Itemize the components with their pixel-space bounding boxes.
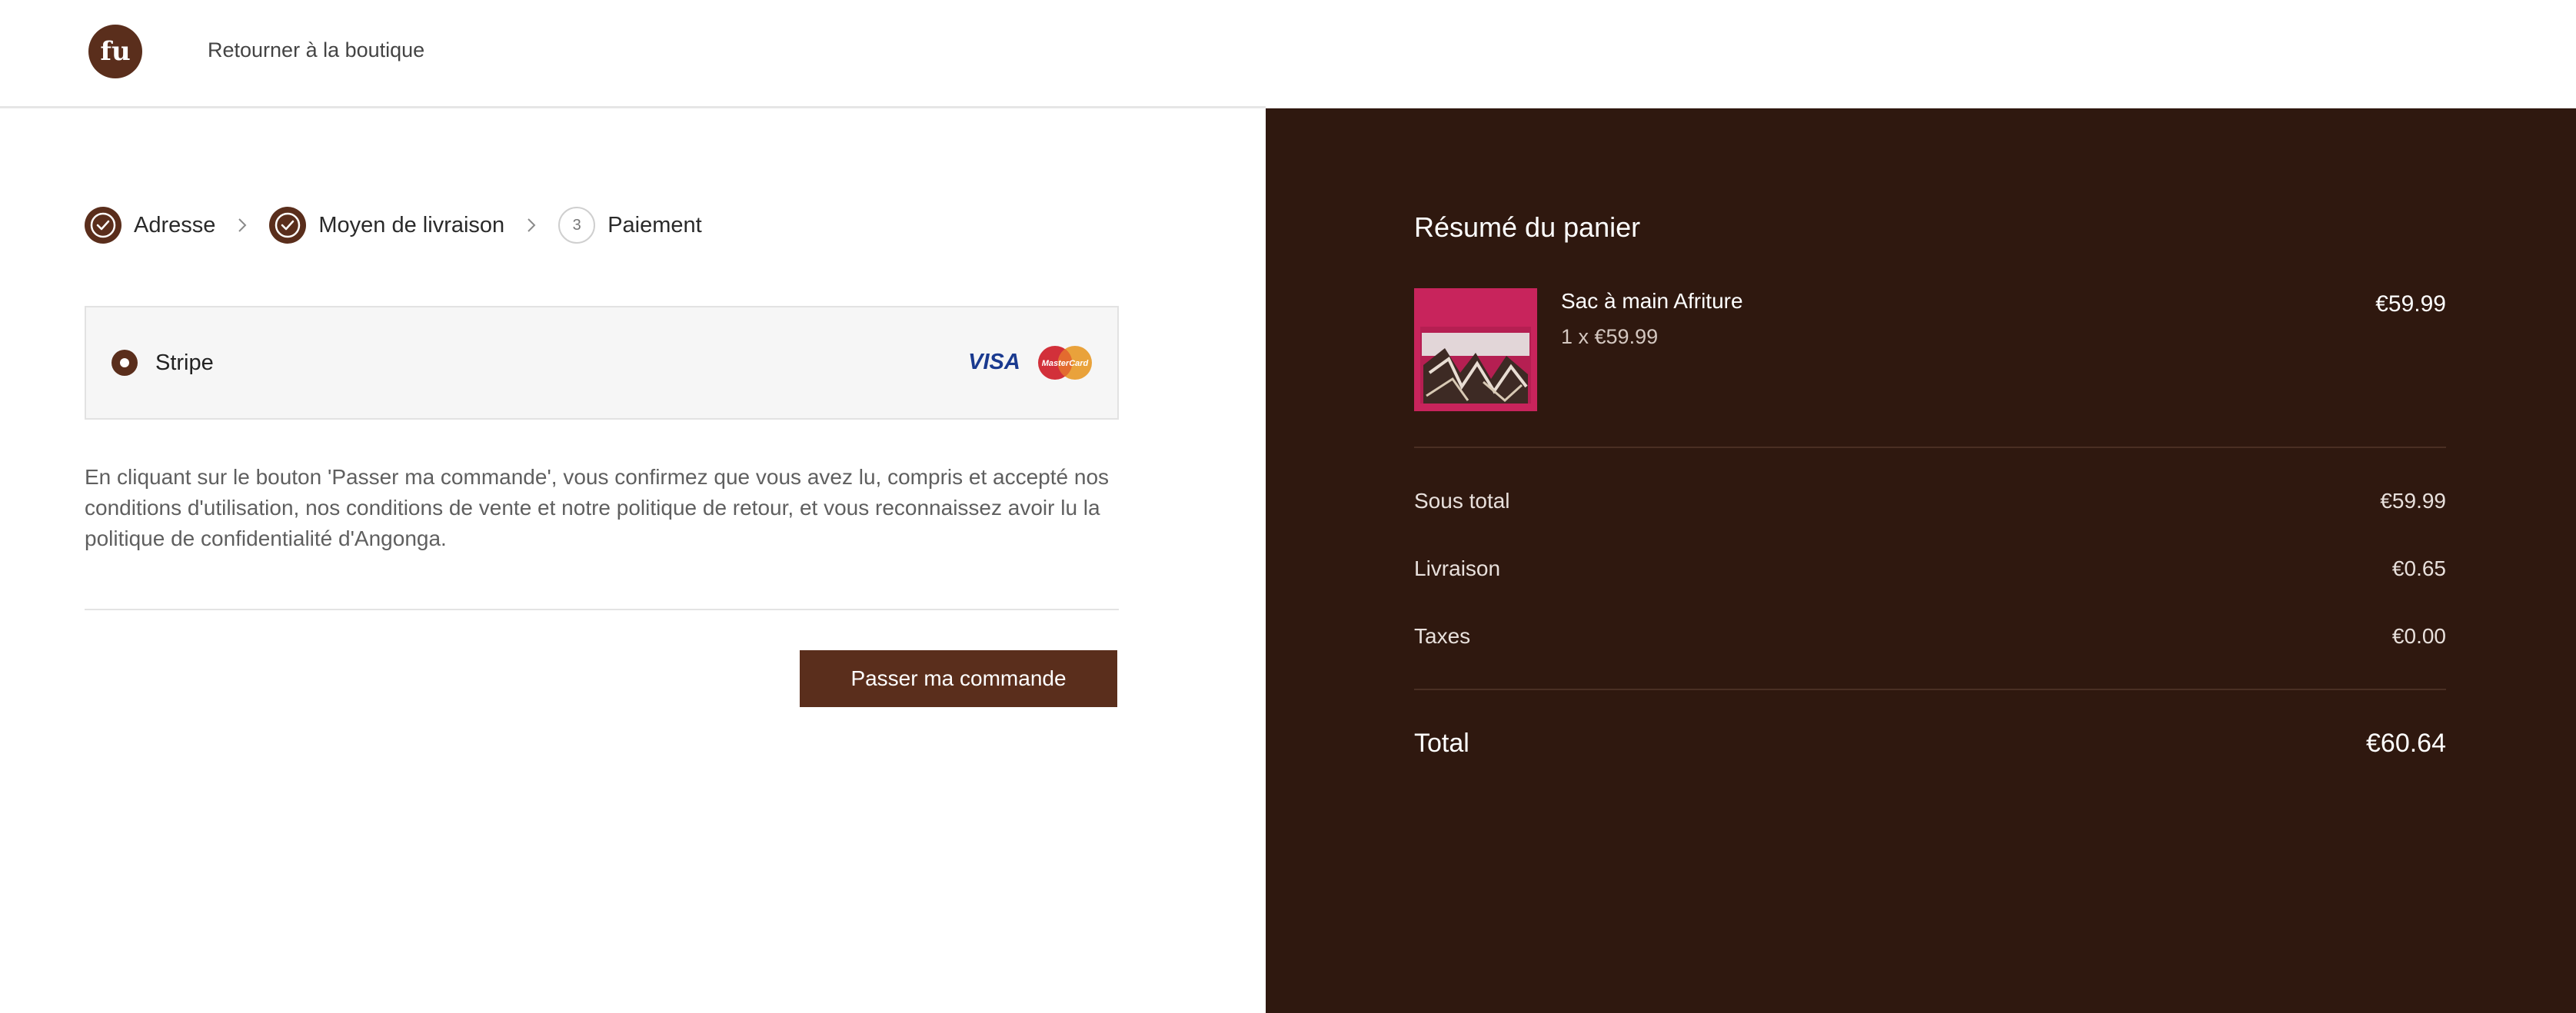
check-circle-icon (85, 207, 121, 244)
step-address[interactable]: Adresse (85, 205, 215, 245)
mastercard-text: MasterCard (1042, 359, 1089, 368)
visa-text: VISA (968, 350, 1020, 374)
checkout-steps: Adresse Moyen de livraison 3 Paiement (85, 205, 702, 245)
shipping-value: €0.65 (2391, 556, 2446, 580)
shipping-label: Livraison (1414, 556, 1501, 580)
payment-option-stripe[interactable]: Stripe VISA MasterCard (85, 306, 1119, 420)
product-quantity: 1 x €59.99 (1561, 325, 1659, 348)
product-thumbnail (1414, 288, 1537, 411)
checkout-main: Adresse Moyen de livraison 3 Paiement St… (0, 108, 1266, 1013)
chevron-right-icon (215, 205, 269, 245)
subtotal-label: Sous total (1414, 489, 1510, 513)
total-label: Total (1414, 729, 1469, 758)
divider (1414, 447, 2446, 448)
place-order-button[interactable]: Passer ma commande (800, 650, 1117, 707)
chevron-right-icon (504, 205, 558, 245)
step-label: Moyen de livraison (318, 212, 505, 237)
tax-value: €0.00 (2391, 624, 2446, 648)
shipping-row: Livraison €0.65 (1414, 556, 2446, 581)
visa-icon: VISA (968, 350, 1020, 374)
step-shipping[interactable]: Moyen de livraison (269, 205, 504, 245)
tax-row: Taxes €0.00 (1414, 624, 2446, 649)
payment-radio[interactable] (111, 350, 138, 376)
check-circle-icon (269, 207, 307, 244)
step-label: Paiement (607, 212, 702, 237)
divider (85, 609, 1119, 610)
divider (1414, 689, 2446, 690)
logo-text: fu (100, 36, 130, 67)
step-label: Adresse (134, 212, 216, 237)
tax-label: Taxes (1414, 624, 1471, 648)
summary-title: Résumé du panier (1414, 211, 1641, 243)
legal-notice: En cliquant sur le bouton 'Passer ma com… (85, 465, 1110, 550)
logo[interactable]: fu (88, 25, 142, 78)
step-number: 3 (558, 207, 596, 244)
back-to-shop-link[interactable]: Retourner à la boutique (208, 38, 424, 62)
product-name: Sac à main Afriture (1561, 289, 1743, 313)
header: fu Retourner à la boutique (0, 0, 1266, 108)
radio-selected-dot (120, 358, 129, 367)
handbag-image-icon (1414, 288, 1537, 411)
subtotal-value: €59.99 (2380, 489, 2446, 513)
product-price: €59.99 (2375, 291, 2446, 317)
payment-method-label: Stripe (155, 350, 214, 375)
total-value: €60.64 (2366, 729, 2446, 758)
mastercard-icon: MasterCard (1038, 346, 1092, 380)
cart-summary: Résumé du panier Sac à main Afriture 1 x… (1266, 108, 2576, 1013)
logo-icon: fu (100, 36, 130, 67)
step-payment: 3 Paiement (558, 205, 702, 245)
subtotal-row: Sous total €59.99 (1414, 489, 2446, 513)
total-row: Total €60.64 (1414, 729, 2446, 759)
